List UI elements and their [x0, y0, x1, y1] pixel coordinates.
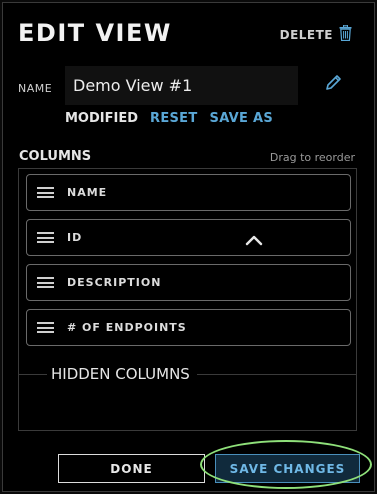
edit-view-panel: EDIT VIEW DELETE NAME MODIFIED RESET SAV…	[2, 2, 375, 492]
column-label: # OF ENDPOINTS	[67, 321, 187, 334]
page-title: EDIT VIEW	[18, 19, 172, 47]
name-label: NAME	[18, 82, 53, 95]
done-button[interactable]: DONE	[58, 454, 205, 483]
chevron-up-icon[interactable]	[245, 231, 263, 250]
trash-icon	[339, 24, 352, 45]
hidden-columns-section: HIDDEN COLUMNS	[19, 365, 357, 385]
modification-row: MODIFIED RESET SAVE AS	[65, 111, 273, 126]
column-label: ID	[67, 231, 83, 244]
drag-handle-icon[interactable]	[37, 277, 54, 288]
column-label: NAME	[67, 186, 108, 199]
drag-handle-icon[interactable]	[37, 322, 54, 333]
divider	[197, 374, 357, 375]
column-row-id[interactable]: ID	[26, 219, 351, 256]
delete-button[interactable]: DELETE	[279, 24, 352, 45]
modified-status: MODIFIED	[65, 111, 139, 126]
save-changes-button[interactable]: SAVE CHANGES	[215, 454, 360, 483]
drag-handle-icon[interactable]	[37, 232, 54, 243]
drag-handle-icon[interactable]	[37, 187, 54, 198]
divider	[19, 374, 47, 375]
column-row-description[interactable]: DESCRIPTION	[26, 264, 351, 301]
hidden-columns-heading: HIDDEN COLUMNS	[48, 365, 193, 383]
delete-label: DELETE	[279, 28, 333, 42]
column-row-endpoints[interactable]: # OF ENDPOINTS	[26, 309, 351, 346]
view-name-input[interactable]	[65, 66, 298, 105]
drag-hint: Drag to reorder	[269, 151, 355, 164]
reset-link[interactable]: RESET	[150, 111, 198, 126]
save-as-link[interactable]: SAVE AS	[210, 111, 274, 126]
columns-list: NAME ID DESCRIPTION # OF ENDPOINTS HIDDE…	[18, 168, 357, 431]
columns-heading: COLUMNS	[19, 149, 92, 164]
pencil-icon[interactable]	[324, 74, 342, 96]
column-label: DESCRIPTION	[67, 276, 162, 289]
column-row-name[interactable]: NAME	[26, 174, 351, 211]
